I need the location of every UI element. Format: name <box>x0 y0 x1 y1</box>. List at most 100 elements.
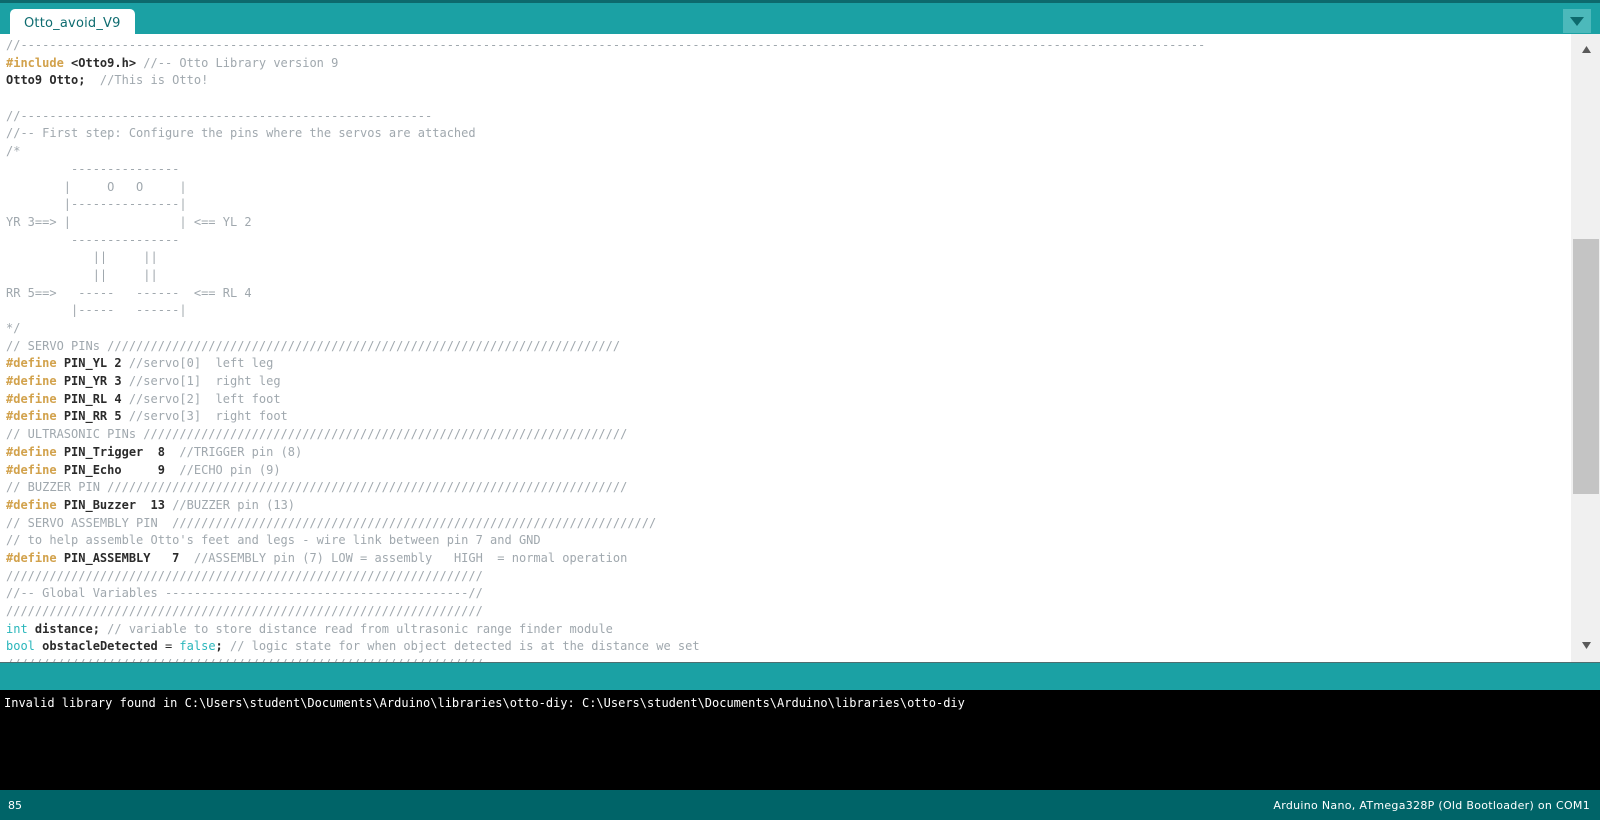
code-line: //--------------------------------------… <box>6 37 1570 55</box>
code-line: //--------------------------------------… <box>6 108 1570 126</box>
code-token: // variable to store distance read from … <box>99 621 613 636</box>
code-line: #define PIN_RL 4 //servo[2] left foot <box>6 391 1570 409</box>
code-line: || || <box>6 267 1570 285</box>
code-line: ////////////////////////////////////////… <box>6 603 1570 621</box>
code-token: //-- Global Variables ------------------… <box>6 586 483 601</box>
code-token: false <box>179 639 216 654</box>
code-token: || || <box>6 250 158 265</box>
board-port-info[interactable]: Arduino Nano, ATmega328P (Old Bootloader… <box>1273 799 1590 812</box>
console-output[interactable]: Invalid library found in C:\Users\studen… <box>0 690 1600 790</box>
code-token: //ECHO pin (9) <box>164 462 281 477</box>
code-line: #define PIN_Echo 9 //ECHO pin (9) <box>6 462 1570 480</box>
code-token: distance; <box>34 621 100 636</box>
code-token: ////////////////////////////////////////… <box>6 604 483 618</box>
scroll-down-arrow-icon[interactable] <box>1571 634 1600 656</box>
code-token: PIN_YR 3 <box>63 374 122 389</box>
code-line: #define PIN_Trigger 8 //TRIGGER pin (8) <box>6 444 1570 462</box>
code-token: // to help assemble Otto's feet and legs… <box>6 533 541 548</box>
code-token: //-- Otto Library version 9 <box>136 55 339 70</box>
code-line: // BUZZER PIN //////////////////////////… <box>6 479 1570 497</box>
code-token: //servo[2] left foot <box>121 391 281 406</box>
code-token: RR 5==> ----- ------ <== RL 4 <box>6 285 252 300</box>
sketch-tab-otto-avoid-v9[interactable]: Otto_avoid_V9 <box>10 9 135 37</box>
code-token: //-- First step: Configure the pins wher… <box>6 126 476 141</box>
code-token: ////////////////////////////////////////… <box>6 568 483 583</box>
code-line: ////////////////////////////////////////… <box>6 568 1570 586</box>
code-token: PIN_YL 2 <box>63 356 122 371</box>
code-line: |---------------| <box>6 196 1570 214</box>
status-bar: 85 Arduino Nano, ATmega328P (Old Bootloa… <box>0 790 1600 820</box>
code-token: // logic state for when object detected … <box>222 639 700 654</box>
code-token: //--------------------------------------… <box>6 38 1206 52</box>
tab-bar: Otto_avoid_V9 <box>0 0 1600 37</box>
code-line: int distance; // variable to store dista… <box>6 621 1570 639</box>
code-line: // ULTRASONIC PINs /////////////////////… <box>6 426 1570 444</box>
code-token: //servo[1] right leg <box>121 374 281 389</box>
code-token: <Otto9.h> <box>71 55 137 70</box>
tab-menu-button[interactable] <box>1563 9 1591 33</box>
code-line: #include <Otto9.h> //-- Otto Library ver… <box>6 55 1570 73</box>
code-token: */ <box>6 321 21 335</box>
code-line: // to help assemble Otto's feet and legs… <box>6 532 1570 550</box>
code-editor[interactable]: //--------------------------------------… <box>0 34 1570 662</box>
code-token: #define <box>6 391 57 406</box>
code-line: // SERVO ASSEMBLY PIN //////////////////… <box>6 515 1570 533</box>
code-token: #define <box>6 409 57 424</box>
code-line: YR 3==> | | <== YL 2 <box>6 214 1570 232</box>
code-line: #define PIN_YR 3 //servo[1] right leg <box>6 373 1570 391</box>
code-token: #define <box>6 462 57 477</box>
code-text[interactable]: //--------------------------------------… <box>6 37 1570 662</box>
code-line: #define PIN_RR 5 //servo[3] right foot <box>6 408 1570 426</box>
code-line: | O O | <box>6 179 1570 197</box>
code-token: | O O | <box>6 179 187 194</box>
code-token: PIN_Buzzer 13 <box>63 497 165 512</box>
code-token: #include <box>6 55 64 70</box>
code-line: #define PIN_ASSEMBLY 7 //ASSEMBLY pin (7… <box>6 550 1570 568</box>
code-line: /* <box>6 143 1570 161</box>
code-token: // BUZZER PIN //////////////////////////… <box>6 480 628 495</box>
code-token: Otto9 Otto; <box>6 73 86 88</box>
sketch-tab-label: Otto_avoid_V9 <box>24 15 121 31</box>
scrollbar-thumb[interactable] <box>1573 239 1599 494</box>
code-token: //servo[3] right foot <box>121 409 288 424</box>
code-token: //servo[0] left leg <box>121 356 274 371</box>
code-token: //This is Otto! <box>85 73 209 88</box>
code-line: //-- First step: Configure the pins wher… <box>6 125 1570 143</box>
code-line: bool obstacleDetected = false; // logic … <box>6 638 1570 656</box>
code-token: // SERVO PINs //////////////////////////… <box>6 338 621 353</box>
code-token: #define <box>6 356 57 371</box>
code-line: */ <box>6 320 1570 338</box>
code-token: int <box>6 621 28 636</box>
chevron-down-icon <box>1570 16 1584 26</box>
code-token: |---------------| <box>6 197 187 212</box>
console-line: Invalid library found in C:\Users\studen… <box>4 696 965 710</box>
code-token: --------------- <box>6 161 180 176</box>
code-line: // SERVO PINs //////////////////////////… <box>6 338 1570 356</box>
code-line: Otto9 Otto; //This is Otto! <box>6 72 1570 90</box>
editor-vertical-scrollbar[interactable] <box>1570 34 1600 662</box>
code-token: PIN_ASSEMBLY 7 <box>63 550 180 565</box>
code-token: //--------------------------------------… <box>6 108 433 123</box>
code-line: #define PIN_YL 2 //servo[0] left leg <box>6 355 1570 373</box>
code-line: --------------- <box>6 232 1570 250</box>
code-line: --------------- <box>6 161 1570 179</box>
code-token: #define <box>6 374 57 389</box>
code-token: = <box>157 639 180 654</box>
code-token: #define <box>6 444 57 459</box>
arduino-ide-window: Otto_avoid_V9 //------------------------… <box>0 0 1600 820</box>
code-token: |----- ------| <box>6 303 187 318</box>
scroll-up-arrow-icon[interactable] <box>1571 38 1600 60</box>
code-token: || || <box>6 267 158 282</box>
code-token: PIN_Echo 9 <box>63 462 165 477</box>
